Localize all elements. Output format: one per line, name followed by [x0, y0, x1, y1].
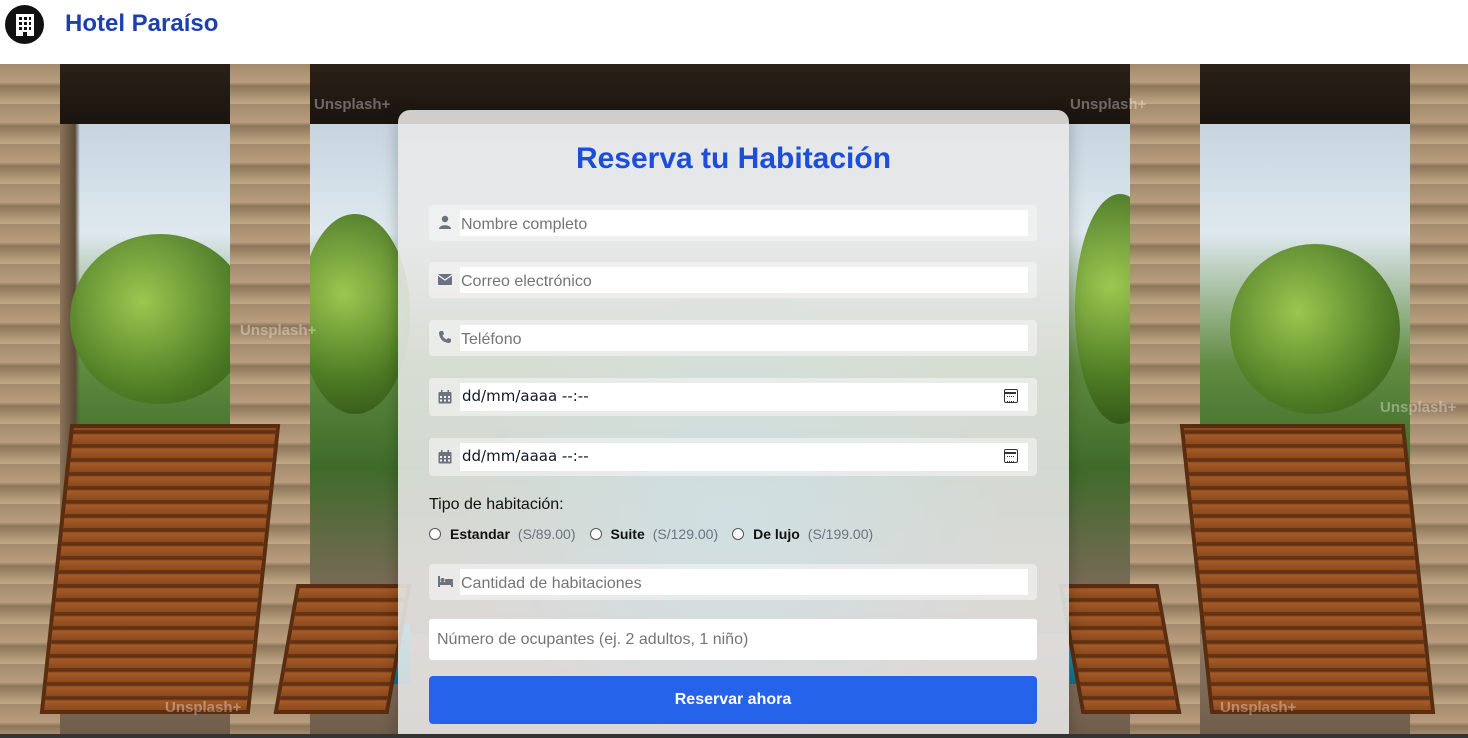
calendar-icon	[437, 449, 453, 465]
foliage-decoration	[300, 214, 410, 414]
occupants-input[interactable]	[429, 619, 1037, 660]
option-name: De lujo	[753, 526, 800, 542]
radio-suite[interactable]	[589, 528, 602, 540]
hotel-building-icon[interactable]	[5, 5, 44, 44]
reserve-button[interactable]: Reservar ahora	[429, 676, 1037, 724]
watermark-text: Unsplash+	[1070, 96, 1147, 113]
phone-field-group	[429, 320, 1037, 356]
name-input[interactable]	[460, 210, 1028, 236]
foliage-decoration	[70, 234, 250, 404]
radio-de-lujo[interactable]	[732, 528, 745, 540]
card-background-glow	[458, 290, 1008, 738]
calendar-picker-icon[interactable]	[1004, 389, 1018, 403]
room-type-label: Tipo de habitación:	[429, 496, 564, 513]
rooms-field-group	[429, 564, 1037, 600]
email-input[interactable]	[460, 267, 1028, 293]
wooden-chair-decoration	[1179, 424, 1436, 714]
calendar-picker-icon[interactable]	[1004, 449, 1018, 463]
checkin-value: dd/mm/aaaa --:--	[462, 387, 589, 405]
option-name: Estandar	[450, 526, 510, 542]
email-field-group	[429, 262, 1037, 298]
option-name: Suite	[610, 526, 645, 542]
option-price: (S/129.00)	[652, 526, 719, 542]
bed-icon	[437, 573, 453, 589]
site-header: Hotel Paraíso	[0, 0, 1468, 64]
name-field-group	[429, 205, 1037, 241]
option-price: (S/89.00)	[517, 526, 576, 542]
radio-estandar[interactable]	[429, 528, 441, 540]
watermark-text: Unsplash+	[314, 96, 391, 113]
phone-input[interactable]	[460, 325, 1028, 351]
wooden-chair-decoration	[273, 584, 412, 714]
calendar-icon	[437, 389, 453, 405]
reservation-form: Reserva tu Habitación dd/mm/aaaa --:--	[398, 110, 1069, 738]
watermark-text: Unsplash+	[165, 699, 242, 716]
checkout-field-group: dd/mm/aaaa --:--	[429, 438, 1037, 476]
user-icon	[437, 214, 453, 230]
watermark-text: Unsplash+	[1380, 399, 1457, 416]
watermark-text: Unsplash+	[1220, 699, 1297, 716]
phone-icon	[437, 329, 453, 345]
form-title: Reserva tu Habitación	[575, 142, 892, 175]
watermark-text: Unsplash+	[240, 322, 317, 339]
checkout-value: dd/mm/aaaa --:--	[462, 447, 589, 465]
checkout-input[interactable]: dd/mm/aaaa --:--	[460, 443, 1028, 471]
bottom-border	[0, 734, 1468, 738]
brand-name[interactable]: Hotel Paraíso	[65, 10, 218, 38]
envelope-icon	[437, 271, 453, 287]
option-price: (S/199.00)	[807, 526, 874, 542]
checkin-field-group: dd/mm/aaaa --:--	[429, 378, 1037, 416]
wooden-chair-decoration	[39, 424, 281, 714]
rooms-input[interactable]	[460, 569, 1028, 595]
checkin-input[interactable]: dd/mm/aaaa --:--	[460, 383, 1028, 411]
foliage-decoration	[1230, 244, 1400, 414]
room-type-options: Estandar (S/89.00) Suite (S/129.00) De l…	[429, 526, 887, 542]
